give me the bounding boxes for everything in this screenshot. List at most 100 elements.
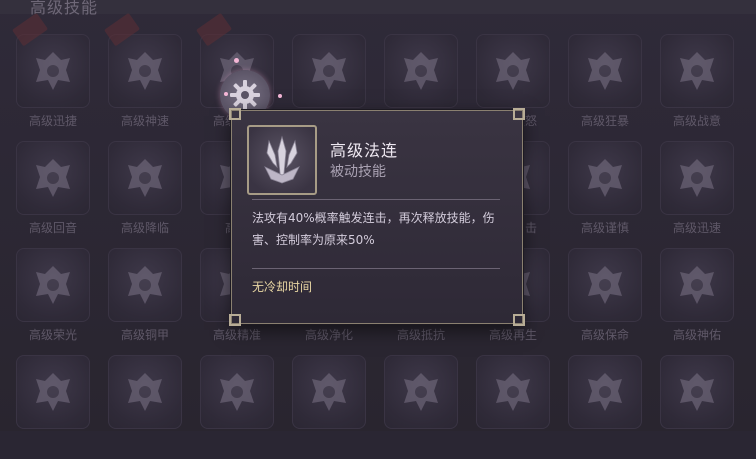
skill-tile	[660, 355, 734, 429]
skill-label: 高级迅速	[672, 221, 721, 235]
skill-slot[interactable]: 高级神速	[104, 12, 188, 138]
skill-tile	[476, 34, 550, 108]
divider	[252, 268, 500, 269]
hooded-figure-icon	[404, 373, 438, 411]
skill-tile	[12, 12, 90, 108]
skill-label: 高级战意	[672, 114, 721, 128]
skill-slot[interactable]: 高级保命	[568, 248, 648, 352]
skill-slot[interactable]	[384, 355, 464, 459]
skill-tile	[292, 34, 366, 108]
skill-tile	[16, 355, 90, 429]
petal-sparkle	[234, 58, 239, 63]
horned-mask-icon	[128, 266, 162, 304]
skill-slot[interactable]	[568, 355, 648, 459]
skill-label: 高级降临	[120, 221, 169, 235]
skill-tile	[104, 12, 182, 108]
skill-tile	[108, 141, 182, 215]
skill-tile	[568, 248, 642, 322]
winged-emblem-icon	[36, 266, 70, 304]
skill-tile	[476, 355, 550, 429]
skill-label: 高级狂暴	[580, 114, 629, 128]
skill-slot[interactable]: 高级迅速	[660, 141, 740, 245]
bow-icon	[588, 159, 622, 197]
shield-cross-icon	[312, 52, 346, 90]
skill-slot[interactable]	[292, 355, 372, 459]
axe-icon	[404, 52, 438, 90]
ninja-boot-icon	[680, 159, 714, 197]
frame-corner	[513, 314, 525, 326]
skill-tile	[384, 34, 458, 108]
skill-slot[interactable]: 高级神佑	[660, 248, 740, 352]
skill-label: 高级荣光	[28, 328, 77, 342]
skill-slot[interactable]: 高级回音	[16, 141, 96, 245]
armor-icon	[496, 373, 530, 411]
skill-tile	[292, 355, 366, 429]
skill-tile	[16, 248, 90, 322]
knight-helm-icon	[128, 373, 162, 411]
trident-icon	[264, 135, 300, 184]
frame-corner	[229, 314, 241, 326]
skill-slot[interactable]: 高级谨慎	[568, 141, 648, 245]
tooltip-skill-icon-frame	[247, 125, 317, 195]
skill-slot[interactable]: 高级降临	[108, 141, 188, 245]
skill-tile	[660, 34, 734, 108]
skill-tile	[384, 355, 458, 429]
tooltip-skill-type: 被动技能	[330, 164, 386, 180]
gear-icon	[230, 80, 260, 110]
viking-helm-icon	[588, 373, 622, 411]
frame-corner	[229, 108, 241, 120]
skill-tile	[660, 141, 734, 215]
winged-shield-icon	[36, 159, 70, 197]
skill-tile	[16, 141, 90, 215]
frame-corner	[513, 108, 525, 120]
skill-tile	[108, 355, 182, 429]
petal-sparkle	[224, 92, 228, 96]
skill-label: 高级神佑	[672, 328, 721, 342]
corner-badge	[196, 12, 233, 47]
skill-slot[interactable]: 高级战意	[660, 34, 740, 138]
skill-tooltip: 高级法连 被动技能 法攻有40%概率触发连击，再次释放技能，伤害、控制率为原来5…	[229, 108, 525, 326]
skill-label: 高级铜甲	[120, 328, 169, 342]
skill-slot[interactable]	[660, 355, 740, 459]
fist-icon	[588, 52, 622, 90]
tooltip-skill-name: 高级法连	[330, 141, 399, 160]
skill-tile	[200, 355, 274, 429]
skill-label: 高级再生	[488, 328, 537, 342]
cloud-heart-icon	[588, 266, 622, 304]
heart-shield-icon	[312, 373, 346, 411]
skill-tile	[568, 34, 642, 108]
crossed-swords-icon	[128, 52, 162, 90]
skill-label: 高级回音	[28, 221, 77, 235]
skill-label: 高级保命	[580, 328, 629, 342]
skill-slot[interactable]: 高级狂暴	[568, 34, 648, 138]
skill-slot[interactable]: 高级迅捷	[12, 12, 96, 138]
winged-cross-icon	[680, 266, 714, 304]
skill-slot[interactable]	[476, 355, 556, 459]
skill-tile	[108, 248, 182, 322]
spartan-helm-icon	[220, 373, 254, 411]
skill-tile	[568, 355, 642, 429]
skill-label: 高级净化	[304, 328, 353, 342]
horned-crest-icon	[128, 159, 162, 197]
skill-label: 高级迅捷	[28, 114, 77, 128]
petal-sparkle	[278, 94, 282, 98]
demon-sword-icon	[496, 52, 530, 90]
skill-label: 高级神速	[120, 114, 169, 128]
skill-slot[interactable]	[200, 355, 280, 459]
corner-badge	[12, 12, 49, 47]
crest-shield-icon	[680, 373, 714, 411]
winged-helm-icon	[680, 52, 714, 90]
corner-badge	[104, 12, 141, 47]
boot-icon	[36, 52, 70, 90]
skill-label: 高级精准	[212, 328, 261, 342]
skill-slot[interactable]	[16, 355, 96, 459]
tooltip-description: 法攻有40%概率触发连击，再次释放技能，伤害、控制率为原来50%	[252, 211, 495, 247]
skill-label: 高级抵抗	[396, 328, 445, 342]
divider	[252, 199, 500, 200]
skill-slot[interactable]: 高级荣光	[16, 248, 96, 352]
crossed-blades-icon	[36, 373, 70, 411]
skill-slot[interactable]	[108, 355, 188, 459]
skill-tile	[660, 248, 734, 322]
tooltip-cooldown: 无冷却时间	[252, 280, 313, 294]
skill-slot[interactable]: 高级铜甲	[108, 248, 188, 352]
